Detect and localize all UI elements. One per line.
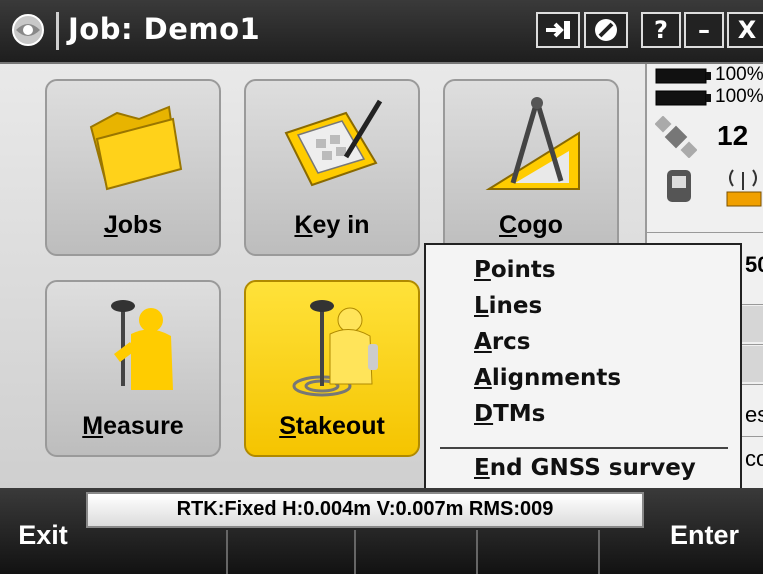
battery-level-1: 100% — [715, 64, 763, 85]
survey-rod-icon — [111, 300, 173, 390]
stakeout-icon — [292, 300, 378, 397]
tile-stakeout-key: S — [279, 412, 296, 440]
menu-item-points[interactable]: Points — [474, 257, 556, 283]
tile-jobs-rest: obs — [117, 211, 163, 239]
tile-measure[interactable]: Measure — [45, 280, 221, 457]
menu-item-points-key: P — [474, 257, 491, 283]
tile-jobs-key: J — [103, 211, 118, 239]
softkey-divider — [226, 530, 228, 574]
title-separator — [56, 12, 59, 50]
help-button[interactable]: ? — [641, 12, 681, 48]
menu-item-arcs[interactable]: Arcs — [474, 329, 530, 355]
softkey-blank-2[interactable] — [228, 532, 354, 574]
menu-item-alignments[interactable]: Alignments — [474, 365, 621, 391]
menu-separator — [440, 447, 728, 449]
gnss-status-line[interactable]: RTK:Fixed H:0.004m V:0.007m RMS:009 — [86, 492, 644, 528]
no-entry-button[interactable] — [584, 12, 628, 48]
switch-to-button[interactable] — [536, 12, 580, 48]
softkey-blank-4[interactable] — [478, 532, 598, 574]
menu-item-end-key: E — [474, 455, 490, 481]
menu-item-end-gnss-survey[interactable]: End GNSS survey — [474, 455, 696, 481]
compass-icon — [485, 97, 580, 190]
tile-label: Cogo — [445, 211, 617, 240]
tile-stakeout-rest: takeout — [295, 412, 385, 440]
menu-item-lines-rest: ines — [488, 293, 543, 319]
exit-softkey[interactable]: Exit — [0, 496, 86, 574]
tile-cogo-key: C — [499, 211, 518, 239]
enter-softkey[interactable]: Enter — [646, 496, 763, 574]
tile-cogo-rest: ogo — [517, 211, 563, 239]
title-bar: Job: Demo1 ? – X — [0, 0, 763, 64]
tile-jobs[interactable]: Jobs — [45, 79, 221, 256]
switch-to-icon — [546, 21, 570, 39]
satellite-count: 12 — [717, 120, 749, 151]
menu-item-alignments-rest: lignments — [491, 365, 622, 391]
trimble-logo-icon[interactable] — [8, 10, 48, 50]
battery-icon — [655, 68, 711, 84]
receiver-icon — [667, 170, 691, 202]
no-entry-icon — [595, 19, 617, 41]
radio-icon — [726, 169, 762, 207]
tile-label: Measure — [47, 412, 219, 441]
minimize-button[interactable]: – — [684, 12, 724, 48]
status-partial-value: co — [745, 446, 763, 471]
softkey-blank-1[interactable] — [88, 532, 226, 574]
status-divider — [647, 232, 763, 233]
tile-key-in-key: K — [294, 211, 313, 239]
status-partial-value: 50 — [745, 252, 763, 277]
menu-item-points-rest: oints — [490, 257, 556, 283]
tile-key-in-rest: ey in — [312, 211, 370, 239]
keypad-icon — [284, 99, 383, 187]
menu-item-dtms[interactable]: DTMs — [474, 401, 545, 427]
softkey-divider — [598, 530, 600, 574]
softkey-divider — [476, 530, 478, 574]
page-title: Job: Demo1 — [68, 12, 261, 46]
menu-item-lines-key: L — [474, 293, 489, 319]
tile-label: Key in — [246, 211, 418, 240]
softkey-blank-3[interactable] — [356, 532, 476, 574]
tile-label: Stakeout — [246, 412, 418, 441]
menu-item-end-rest: nd GNSS survey — [489, 455, 696, 481]
menu-item-alignments-key: A — [474, 365, 492, 391]
tile-cogo[interactable]: Cogo — [443, 79, 619, 256]
battery-icon — [655, 90, 711, 106]
menu-item-lines[interactable]: Lines — [474, 293, 542, 319]
folder-icon — [89, 105, 183, 191]
tile-key-in[interactable]: Key in — [244, 79, 420, 256]
menu-item-arcs-rest: rcs — [491, 329, 531, 355]
menu-item-arcs-key: A — [474, 329, 492, 355]
menu-item-dtms-rest: TMs — [493, 401, 546, 427]
satellite-icon — [655, 116, 697, 158]
tile-measure-rest: easure — [103, 412, 184, 440]
tile-label: Jobs — [47, 211, 219, 240]
tile-measure-key: M — [82, 412, 104, 440]
softkey-divider — [354, 530, 356, 574]
menu-item-dtms-key: D — [474, 401, 494, 427]
close-button[interactable]: X — [727, 12, 763, 48]
measure-popup-menu: Points Lines Arcs Alignments DTMs End GN… — [424, 243, 742, 493]
status-partial-value: es — [745, 402, 763, 427]
battery-level-2: 100% — [715, 86, 763, 107]
tile-stakeout[interactable]: Stakeout — [244, 280, 420, 457]
